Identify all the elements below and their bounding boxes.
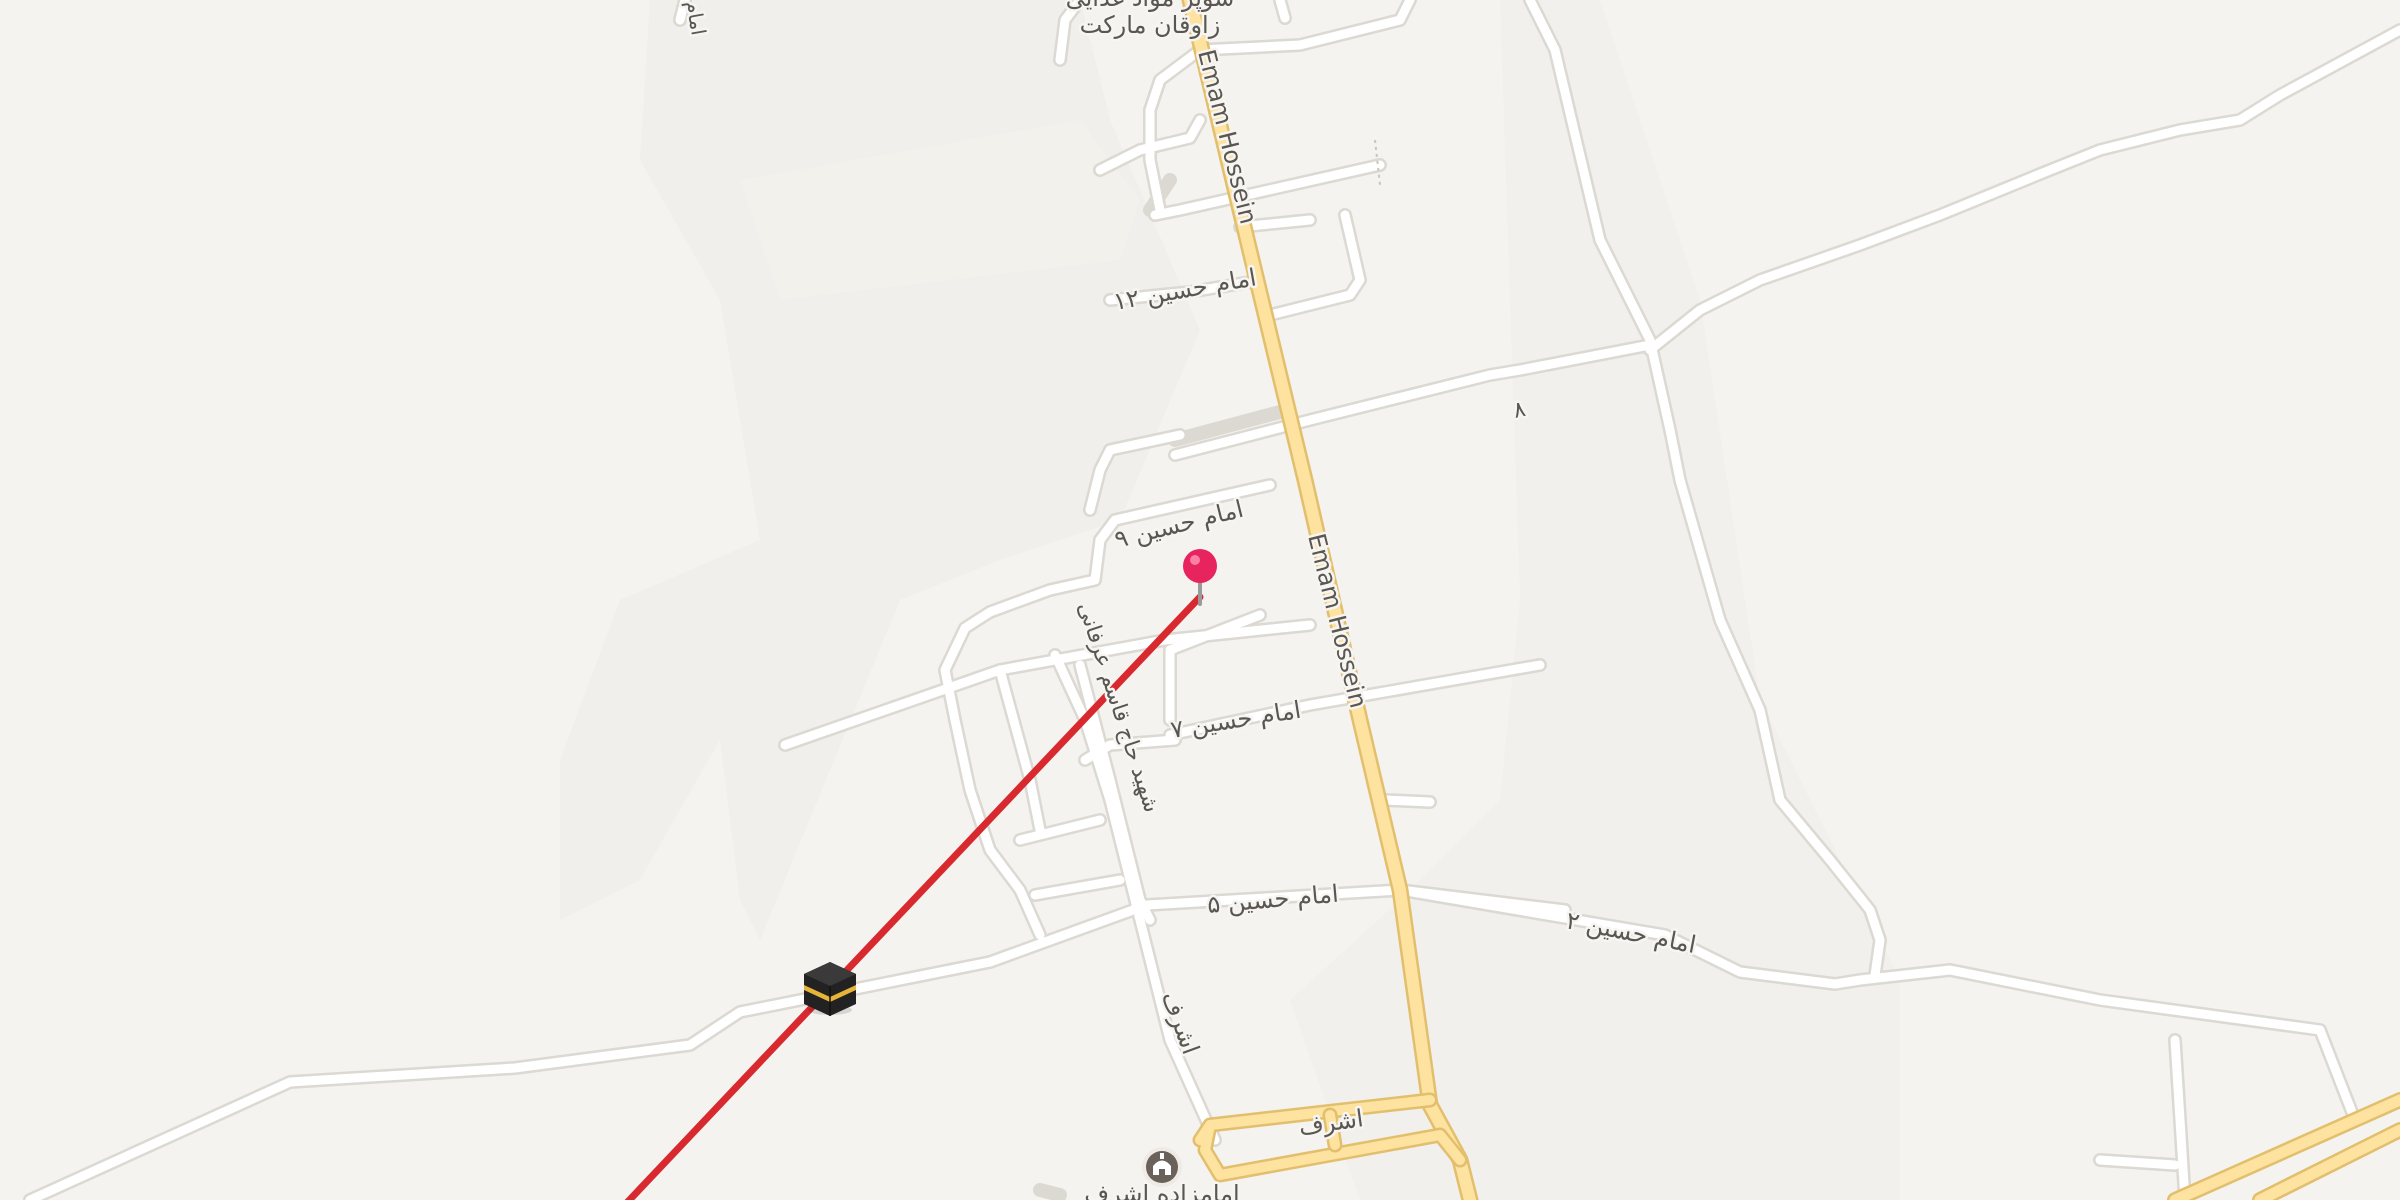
map-canvas[interactable]: Emam Hossein Emam Hossein امام حسین ۱۲ ا… [0,0,2400,1200]
mosque-icon[interactable] [1142,1147,1182,1187]
poi-market-line2: زاوقان مارکت [1080,11,1221,39]
